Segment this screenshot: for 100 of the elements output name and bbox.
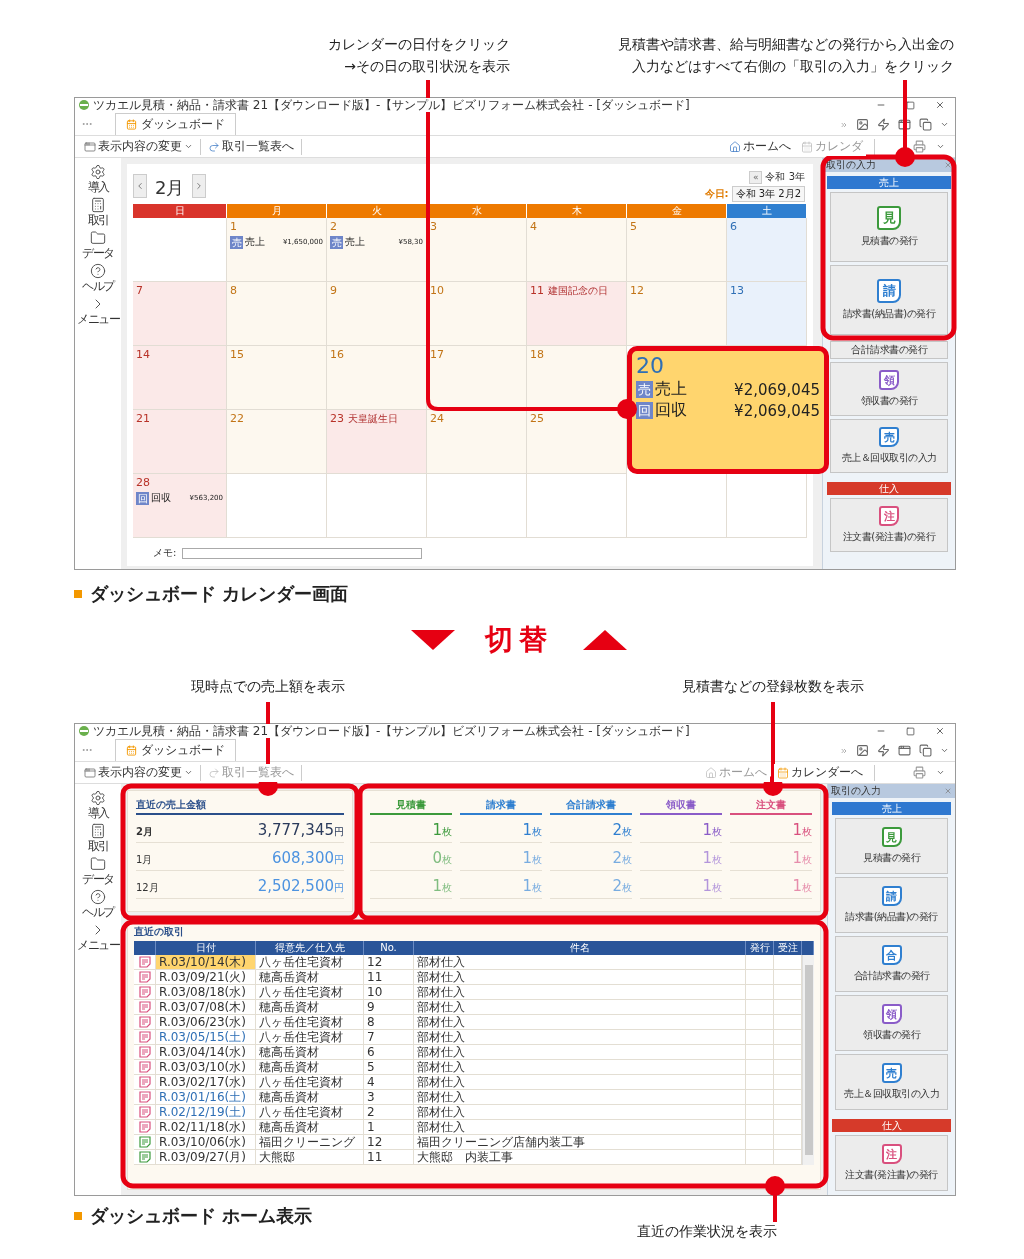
sidebar-item[interactable]: ヘルプ <box>82 263 114 293</box>
calendar-day[interactable]: 6 <box>727 218 807 282</box>
action-button[interactable]: 合 合計請求書の発行 <box>835 936 948 992</box>
annotation-text: →その日の取引状況を表示 <box>344 57 510 76</box>
maximize-icon[interactable] <box>906 726 915 736</box>
sidebar-item[interactable]: データ <box>82 230 114 260</box>
settings-icon <box>90 790 106 806</box>
action-button[interactable]: 領 領収書の発行 <box>835 995 948 1051</box>
action-button[interactable]: 請 請求書(納品書)の発行 <box>830 265 948 335</box>
partner-cell: 八ヶ岳住宅資材 <box>256 955 364 969</box>
calendar-day[interactable]: 11 建国記念の日 <box>527 282 627 346</box>
document-count: 1枚 <box>702 876 722 895</box>
sidebar-item[interactable]: 導入 <box>87 164 109 194</box>
maximize-icon[interactable] <box>906 100 915 110</box>
calendar-day[interactable]: 12 <box>627 282 727 346</box>
panel-title: 取引の入力 <box>831 784 881 798</box>
overflow-icon[interactable] <box>840 746 848 755</box>
calendar-day[interactable]: 8 <box>227 282 327 346</box>
calendar-day[interactable]: 9 <box>327 282 427 346</box>
folder-icon <box>90 856 106 872</box>
overflow-icon[interactable] <box>840 120 848 129</box>
sidebar-item[interactable]: 導入 <box>87 790 109 820</box>
day-number: 18 <box>530 348 544 362</box>
caret-icon[interactable] <box>936 768 945 777</box>
calendar-button[interactable]: カレンダーへ <box>774 763 866 782</box>
number-cell: 10 <box>364 985 414 999</box>
scrollbar[interactable] <box>802 955 814 1165</box>
action-button[interactable]: 請 請求書(納品書)の発行 <box>835 877 948 933</box>
day-number: 7 <box>136 284 143 298</box>
action-button[interactable]: 見 見積書の発行 <box>830 192 948 262</box>
windows-icon[interactable] <box>919 744 932 757</box>
table-row[interactable]: R.03/09/27(月) 大熊邸 11 大熊邸 内装工事 <box>134 1150 802 1165</box>
annotation-text: 入力などはすべて右側の「取引の入力」をクリック <box>632 57 954 76</box>
sidebar-item[interactable]: メニュー <box>77 922 119 952</box>
weekday-header: 月 <box>227 204 327 218</box>
subject-cell: 部材仕入 <box>414 1060 746 1074</box>
entry-amount: ¥2,069,045 <box>734 401 820 420</box>
window-icon[interactable] <box>898 744 911 757</box>
action-button[interactable]: 注 注文書(発注書)の発行 <box>830 498 948 552</box>
calendar-day[interactable]: 16 <box>327 346 427 410</box>
calendar-day[interactable]: 23 天皇誕生日 <box>327 410 427 474</box>
today-date-field[interactable]: 令和 3年 2月2 <box>731 186 805 202</box>
month-title: 2月 <box>154 176 186 200</box>
section-header: 売上 <box>832 802 951 815</box>
dashboard-tab[interactable]: ダッシュボード <box>115 113 236 135</box>
calendar-day[interactable]: 7 <box>133 282 227 346</box>
printer-icon[interactable] <box>913 766 926 779</box>
sidebar-item[interactable]: データ <box>82 856 114 886</box>
close-icon[interactable] <box>935 100 945 110</box>
window-icon[interactable] <box>898 118 911 131</box>
close-icon[interactable] <box>944 161 952 169</box>
annotation-text: 直近の作業状況を表示 <box>637 1223 778 1241</box>
image-icon[interactable] <box>856 118 869 131</box>
document-icon <box>138 1091 151 1103</box>
date-cell: R.03/01/16(土) <box>156 1090 256 1104</box>
sidebar-item[interactable]: メニュー <box>77 296 119 326</box>
caret-icon[interactable] <box>940 120 949 129</box>
day-number: 13 <box>730 284 744 298</box>
number-cell: 1 <box>364 1120 414 1134</box>
calendar-day[interactable]: 13 <box>727 282 807 346</box>
memo-field[interactable] <box>182 547 423 559</box>
subject-cell: 大熊邸 内装工事 <box>414 1150 746 1164</box>
close-icon[interactable] <box>935 726 945 736</box>
document-icon: 見 <box>877 206 901 230</box>
up-triangle-icon <box>583 630 627 650</box>
action-button[interactable]: 注 注文書(発注書)の発行 <box>835 1135 948 1191</box>
windows-icon[interactable] <box>919 118 932 131</box>
action-button[interactable]: 売 売上＆回収取引の入力 <box>835 1054 948 1110</box>
action-button[interactable]: 合計請求書の発行 <box>830 341 948 359</box>
document-icon: 売 <box>881 1063 902 1083</box>
dashboard-tab[interactable]: ダッシュボード <box>115 739 236 761</box>
calendar-day[interactable]: 21 <box>133 410 227 474</box>
caret-icon[interactable] <box>940 746 949 755</box>
previous-year-button[interactable]: « <box>748 170 763 184</box>
caret-icon[interactable] <box>936 142 945 151</box>
calendar-day[interactable]: 17 <box>427 346 527 410</box>
document-icon: 合 <box>881 945 902 965</box>
sidebar-item[interactable]: 取引 <box>87 823 109 853</box>
sidebar-item[interactable]: 取引 <box>87 197 109 227</box>
document-count: 1枚 <box>522 848 542 867</box>
calendar-day[interactable]: 14 <box>133 346 227 410</box>
calendar-day[interactable]: 20 売 売上 ¥2,069,045 回 回収 ¥2,069,045 <box>627 346 829 474</box>
date-cell: R.03/07/08(木) <box>156 1000 256 1014</box>
sidebar-item[interactable]: ヘルプ <box>82 889 114 919</box>
calendar-day[interactable]: 18 <box>527 346 627 410</box>
number-cell: 5 <box>364 1060 414 1074</box>
action-button[interactable]: 領 領収書の発行 <box>830 362 948 416</box>
app-logo-icon <box>79 726 89 736</box>
printer-icon[interactable] <box>913 140 926 153</box>
lightning-icon[interactable] <box>877 118 890 131</box>
date-cell: R.02/12/19(土) <box>156 1105 256 1119</box>
folder-icon <box>90 230 106 246</box>
calendar-day[interactable]: 10 <box>427 282 527 346</box>
lightning-icon[interactable] <box>877 744 890 757</box>
subject-cell: 部材仕入 <box>414 1000 746 1014</box>
image-icon[interactable] <box>856 744 869 757</box>
action-button[interactable]: 売 売上＆回収取引の入力 <box>830 419 948 473</box>
document-icon: 売 <box>879 427 899 447</box>
action-button[interactable]: 見 見積書の発行 <box>835 818 948 874</box>
calendar-day[interactable]: 4 <box>527 218 627 282</box>
